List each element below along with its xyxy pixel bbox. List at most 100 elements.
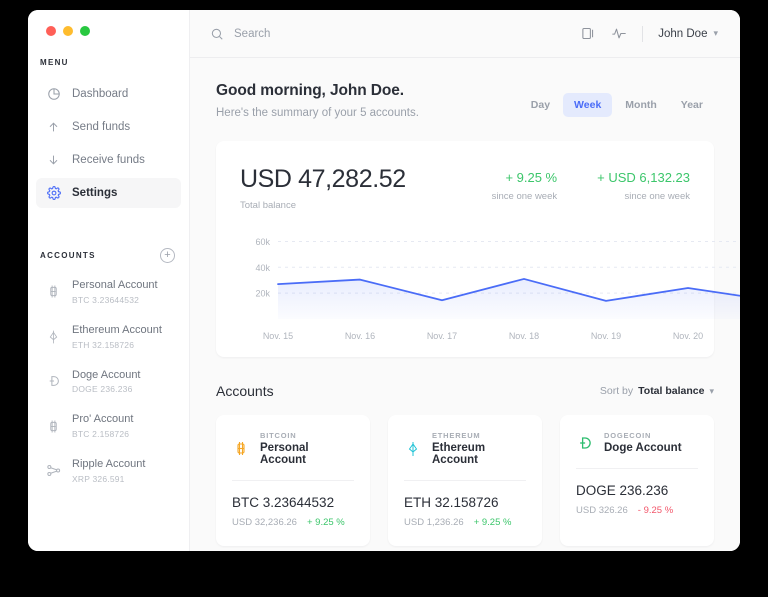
account-name: Doge Account: [72, 368, 141, 381]
card-meta: USD 326.26 - 9.25 %: [576, 505, 698, 516]
search-input[interactable]: [234, 27, 454, 40]
accounts-header: Accounts Sort by Total balance ▾: [216, 383, 714, 399]
account-balance: BTC 2.158726: [72, 429, 130, 439]
search-icon: [210, 27, 224, 41]
app-window: MENU Dashboard Send funds Receive funds: [28, 10, 740, 551]
svg-text:Nov. 16: Nov. 16: [345, 331, 375, 341]
range-year[interactable]: Year: [670, 93, 714, 117]
range-month[interactable]: Month: [614, 93, 668, 117]
svg-text:Nov. 19: Nov. 19: [591, 331, 621, 341]
card-header: DOGECOIN Doge Account: [576, 431, 698, 454]
list-item[interactable]: Doge Account DOGE 236.236: [36, 363, 181, 401]
pie-chart-icon: [46, 87, 61, 102]
list-item[interactable]: Ripple Account XRP 326.591: [36, 452, 181, 490]
ethereum-icon: [46, 328, 61, 345]
sort-dropdown[interactable]: Sort by Total balance ▾: [600, 385, 714, 397]
list-item[interactable]: Ethereum Account ETH 32.158726: [36, 318, 181, 356]
balance-chart: 20k 40k 60k Nov. 15 Nov. 16 Nov. 17 Nov. 18 Nov…: [240, 227, 740, 345]
list-item[interactable]: Pro' Account BTC 2.158726: [36, 407, 181, 445]
account-balance: BTC 3.23644532: [72, 294, 140, 305]
account-card-ethereum[interactable]: ETHEREUM Ethereum Account ETH 32.158726 …: [388, 415, 542, 546]
balance-label: Total balance: [240, 200, 296, 211]
range-week[interactable]: Week: [563, 93, 613, 117]
stat-percent: + 9.25 % since one week: [492, 170, 557, 202]
account-card-dogecoin[interactable]: DOGECOIN Doge Account DOGE 236.236 USD 3…: [560, 415, 714, 546]
accounts-section-header: ACCOUNTS +: [28, 248, 189, 263]
card-title: Doge Account: [604, 442, 682, 454]
sort-prefix: Sort by: [599, 385, 634, 397]
account-balance: XRP 326.591: [72, 473, 125, 484]
card-percent: - 9.25 %: [637, 505, 674, 516]
chart-svg: 20k 40k 60k Nov. 15 Nov. 16 Nov. 17 Nov. 18 Nov…: [255, 237, 740, 341]
card-percent: + 9.25 %: [306, 517, 345, 528]
sidebar-accounts-list: Personal Account BTC 3.23644532 Ethereum…: [28, 273, 189, 490]
svg-text:Nov. 18: Nov. 18: [509, 331, 539, 341]
sidebar-item-receive-funds[interactable]: Receive funds: [36, 145, 181, 175]
content-scroll: Good morning, John Doe. Here's the summa…: [190, 58, 740, 551]
sidebar-item-label: Dashboard: [72, 88, 129, 100]
card-title: Personal Account: [260, 442, 309, 466]
stat-value: + 9.25 %: [505, 170, 558, 185]
account-name: Pro' Account: [72, 413, 134, 426]
plus-circle-icon[interactable]: +: [160, 248, 175, 263]
sidebar: MENU Dashboard Send funds Receive funds: [28, 10, 190, 551]
minimize-window-button[interactable]: [63, 26, 73, 36]
divider: [404, 480, 526, 481]
svg-text:60k: 60k: [255, 237, 270, 247]
tablet-icon[interactable]: [581, 26, 596, 41]
list-item[interactable]: Personal Account BTC 3.23644532: [36, 273, 181, 311]
arrow-down-icon: [46, 153, 61, 168]
sidebar-item-label: Receive funds: [72, 154, 145, 166]
sidebar-item-label: Settings: [72, 187, 118, 199]
svg-text:Nov. 20: Nov. 20: [673, 331, 703, 341]
account-balance: ETH 32.158726: [72, 339, 135, 350]
menu-section-label: MENU: [40, 58, 69, 67]
main-area: John Doe ▾ Good morning, John Doe. Here'…: [190, 10, 740, 551]
bitcoin-icon: [46, 418, 61, 435]
divider: [642, 25, 644, 42]
topbar-actions: John Doe ▾: [581, 25, 718, 42]
maximize-window-button[interactable]: [80, 26, 90, 36]
user-menu[interactable]: John Doe ▾: [658, 28, 718, 40]
account-balance: DOGE 236.236: [72, 384, 133, 395]
accounts-section: Accounts Sort by Total balance ▾ BITCOIN…: [216, 383, 714, 546]
card-header: ETHEREUM Ethereum Account: [404, 431, 526, 466]
card-kind: DOGECOIN: [604, 431, 652, 440]
balance-row: USD 47,282.52 Total balance + 9.25 % sin…: [240, 165, 690, 211]
page-title: Good morning, John Doe.: [216, 82, 404, 99]
bitcoin-icon: [46, 283, 61, 300]
account-name: Ripple Account: [72, 458, 146, 470]
close-window-button[interactable]: [46, 26, 56, 36]
chevron-down-icon: ▾: [709, 385, 714, 396]
range-day[interactable]: Day: [520, 93, 561, 117]
card-kind: ETHEREUM: [432, 431, 481, 440]
activity-pulse-icon[interactable]: [611, 26, 627, 41]
card-amount: ETH 32.158726: [404, 495, 499, 510]
card-usd: USD 326.26: [576, 505, 628, 516]
user-name: John Doe: [658, 27, 708, 40]
sidebar-nav: Dashboard Send funds Receive funds Setti…: [28, 79, 189, 208]
card-title: Ethereum Account: [432, 442, 486, 466]
card-meta: USD 32,236.26 + 9.25 %: [232, 517, 354, 528]
account-name: Ethereum Account: [72, 323, 162, 336]
search-container[interactable]: [210, 27, 581, 41]
sidebar-item-send-funds[interactable]: Send funds: [36, 112, 181, 142]
greeting: Good morning, John Doe. Here's the summa…: [216, 82, 419, 119]
balance-amount: USD 47,282.52: [240, 165, 406, 193]
stat-sub: since one week: [491, 191, 558, 202]
window-traffic-lights: [28, 10, 189, 36]
card-kind: BITCOIN: [260, 431, 297, 440]
card-usd: USD 32,236.26: [232, 517, 297, 528]
total-balance: USD 47,282.52 Total balance: [240, 165, 406, 211]
account-cards: BITCOIN Personal Account BTC 3.23644532 …: [216, 415, 714, 546]
bitcoin-icon: [232, 439, 249, 458]
card-usd: USD 1,236.26: [404, 517, 464, 528]
sidebar-item-dashboard[interactable]: Dashboard: [36, 79, 181, 109]
account-card-bitcoin[interactable]: BITCOIN Personal Account BTC 3.23644532 …: [216, 415, 370, 546]
card-amount: DOGE 236.236: [576, 483, 669, 498]
dogecoin-icon: [46, 373, 61, 390]
ethereum-icon: [404, 439, 421, 458]
ripple-icon: [46, 462, 61, 479]
gear-icon: [46, 186, 61, 201]
sidebar-item-settings[interactable]: Settings: [36, 178, 181, 208]
